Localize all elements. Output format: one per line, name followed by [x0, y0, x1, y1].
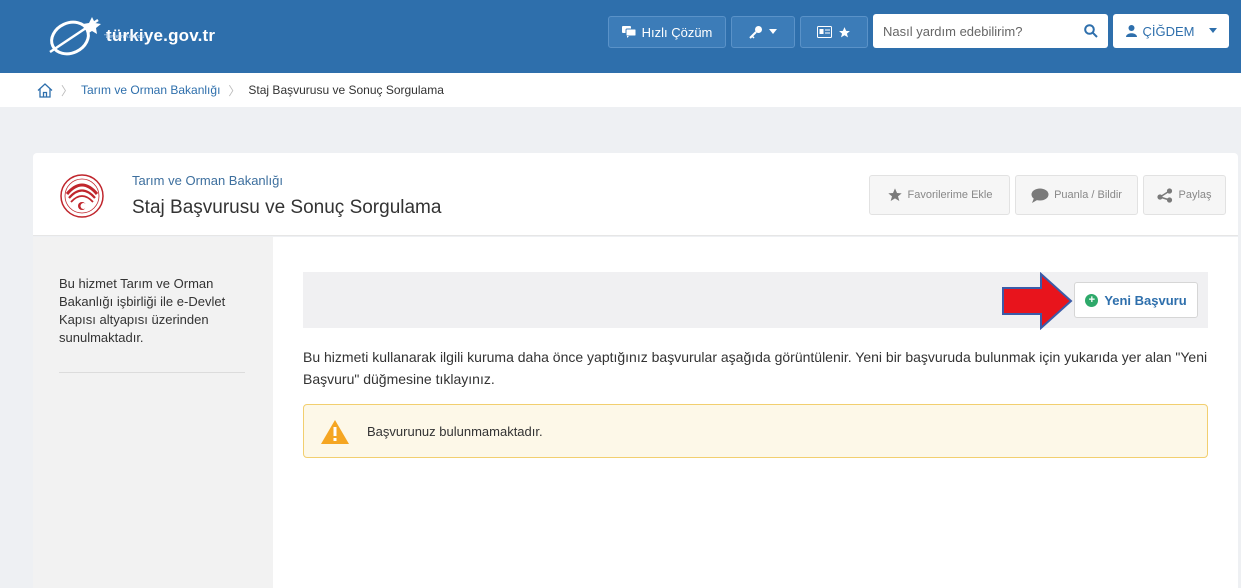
home-icon[interactable] [37, 82, 53, 98]
alert-text: Başvurunuz bulunmamaktadır. [367, 424, 543, 439]
sidebar-divider [59, 372, 245, 373]
id-card-icon [817, 26, 832, 38]
search-input[interactable] [873, 23, 1073, 39]
add-favorite-button[interactable]: Favorilerime Ekle [869, 175, 1010, 215]
add-favorite-label: Favorilerime Ekle [907, 189, 993, 201]
key-icon [749, 26, 762, 39]
search-icon[interactable] [1084, 24, 1098, 38]
id-card-favorites-button[interactable] [800, 16, 868, 48]
user-icon [1125, 25, 1137, 37]
breadcrumb-item-ministry[interactable]: Tarım ve Orman Bakanlığı [81, 83, 220, 97]
search-box [873, 14, 1108, 48]
logo-swoosh-icon [49, 17, 101, 56]
share-icon [1157, 187, 1173, 203]
new-application-button[interactable]: + Yeni Başvuru [1074, 282, 1198, 318]
star-icon [839, 26, 850, 37]
new-application-label: Yeni Başvuru [1104, 292, 1187, 308]
star-icon [887, 188, 902, 201]
quick-solution-button[interactable]: Hızlı Çözüm [608, 16, 726, 48]
breadcrumb-separator: 〉 [61, 83, 74, 98]
login-key-dropdown[interactable] [731, 16, 795, 48]
no-applications-alert: Başvurunuz bulunmamaktadır. [303, 404, 1208, 458]
breadcrumb: 〉 Tarım ve Orman Bakanlığı 〉 Staj Başvur… [0, 73, 1241, 107]
sidebar: Bu hizmet Tarım ve Orman Bakanlığı işbir… [33, 237, 273, 588]
share-button[interactable]: Paylaş [1143, 175, 1226, 215]
service-description: Bu hizmeti kullanarak ilgili kuruma daha… [303, 349, 1208, 387]
top-navbar: türkiye.gov.tr "Devletin Kısayolu" Hızlı… [0, 0, 1241, 73]
breadcrumb-separator: 〉 [228, 83, 241, 98]
speech-bubble-icon [1031, 188, 1049, 203]
user-name: ÇİĞDEM [1142, 23, 1195, 39]
page-title: Staj Başvurusu ve Sonuç Sorgulama [132, 197, 442, 218]
sidebar-info-text: Bu hizmet Tarım ve Orman Bakanlığı işbir… [59, 276, 226, 345]
caret-down-icon [1208, 28, 1217, 33]
quick-solution-label: Hızlı Çözüm [641, 24, 713, 40]
chat-icon [621, 26, 636, 38]
rate-report-button[interactable]: Puanla / Bildir [1015, 175, 1138, 215]
red-arrow-annotation-icon [1002, 272, 1073, 330]
breadcrumb-item-current: Staj Başvurusu ve Sonuç Sorgulama [248, 83, 444, 97]
user-menu-button[interactable]: ÇİĞDEM [1113, 14, 1229, 48]
org-name[interactable]: Tarım ve Orman Bakanlığı [132, 173, 283, 188]
caret-down-icon [769, 29, 777, 34]
plus-circle-icon: + [1085, 293, 1099, 307]
rate-report-label: Puanla / Bildir [1054, 189, 1122, 201]
warning-icon [321, 420, 349, 444]
ministry-emblem-icon [60, 174, 104, 218]
share-label: Paylaş [1178, 189, 1212, 201]
logo-tagline: "Devletin Kısayolu" [104, 34, 147, 40]
